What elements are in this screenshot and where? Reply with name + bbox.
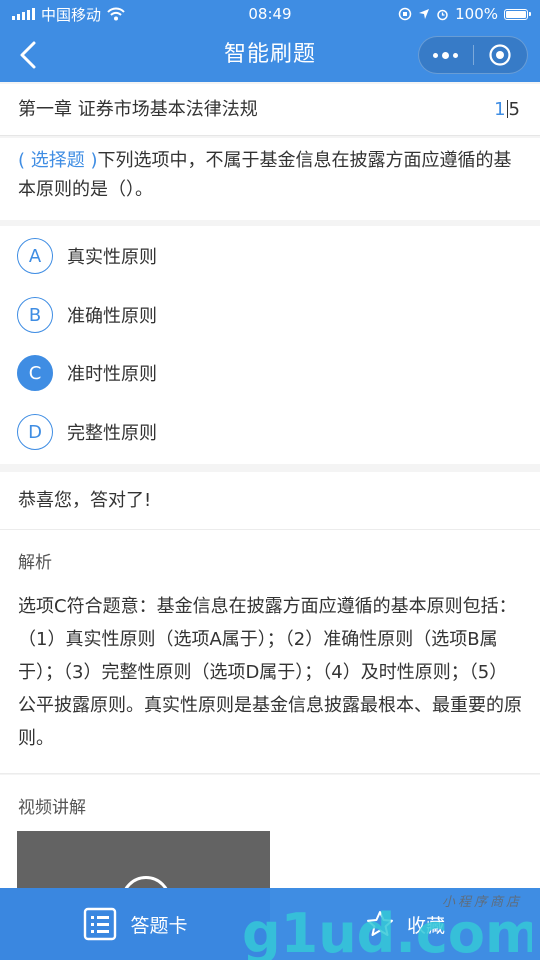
option-letter: C (17, 355, 53, 391)
current-question-number: 1 (494, 99, 506, 120)
total-questions: 5 (508, 99, 520, 120)
favorite-label: 收藏 (406, 914, 445, 937)
option-text: 完整性原则 (67, 423, 157, 444)
chapter-title: 第一章 证券市场基本法律法规 (18, 99, 258, 120)
option-d[interactable]: D 完整性原则 (17, 412, 157, 452)
mini-program-capsule (418, 36, 528, 74)
option-text: 真实性原则 (67, 247, 157, 268)
option-text: 准时性原则 (67, 364, 157, 385)
bottom-bar: 答题卡 收藏 (0, 888, 540, 960)
progress-divider (506, 100, 508, 118)
option-text: 准确性原则 (67, 306, 157, 327)
favorite-button[interactable]: 收藏 (270, 888, 540, 960)
star-icon (366, 911, 393, 936)
options-list: A 真实性原则 B 准确性原则 C 准时性原则 D 完整性原则 (0, 226, 540, 464)
status-bar: 中国移动 08:49 100% (0, 0, 540, 28)
option-a[interactable]: A 真实性原则 (17, 236, 157, 276)
answer-sheet-icon (84, 907, 117, 941)
option-c[interactable]: C 准时性原则 (17, 353, 157, 393)
question-progress: 15 (494, 84, 520, 136)
answer-result: 恭喜您，答对了! (0, 472, 540, 530)
nav-bar: 智能刷题 (0, 28, 540, 82)
analysis-label: 解析 (18, 553, 52, 573)
question-stem: ( 选择题 )下列选项中，不属于基金信息在披露方面应遵循的基本原则的是（）。 (0, 138, 540, 220)
option-letter: D (17, 414, 53, 450)
analysis-text: 选项C符合题意：基金信息在披露方面应遵循的基本原则包括：（1）真实性原则（选项A… (18, 596, 522, 749)
option-letter: B (17, 297, 53, 333)
battery-icon (504, 8, 531, 20)
chapter-header: 第一章 证券市场基本法律法规 15 (0, 84, 540, 136)
option-letter: A (17, 238, 53, 274)
video-label: 视频讲解 (18, 798, 86, 818)
more-icon (433, 51, 459, 59)
more-button[interactable] (419, 37, 473, 73)
close-program-button[interactable] (474, 37, 528, 73)
target-icon (489, 44, 511, 66)
question-type: ( 选择题 ) (18, 150, 98, 171)
answer-sheet-button[interactable]: 答题卡 (0, 888, 270, 960)
analysis-section: 解析 选项C符合题意：基金信息在披露方面应遵循的基本原则包括：（1）真实性原则（… (0, 530, 540, 774)
answer-sheet-label: 答题卡 (130, 914, 188, 937)
option-b[interactable]: B 准确性原则 (17, 295, 157, 335)
status-time: 08:49 (248, 5, 292, 23)
